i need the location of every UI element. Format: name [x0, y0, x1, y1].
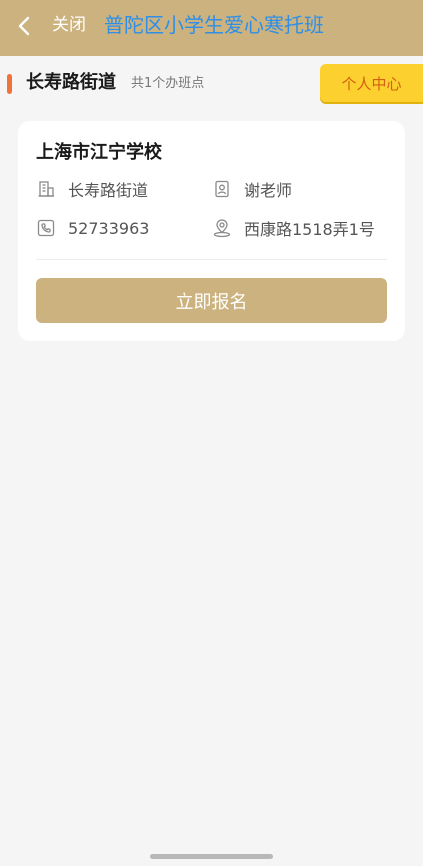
site-address: 西康路1518弄1号 [212, 216, 375, 240]
street-header: 长寿路街道 共1个办班点 个人中心 [0, 56, 423, 108]
site-teacher-text: 谢老师 [244, 181, 293, 200]
building-icon [36, 179, 56, 199]
close-button[interactable]: 关闭 [52, 14, 86, 36]
personal-center-button[interactable]: 个人中心 [320, 64, 423, 102]
street-name: 长寿路街道 [26, 72, 116, 93]
site-count: 共1个办班点 [131, 76, 205, 91]
contact-card-icon [212, 179, 232, 199]
accent-bar [7, 74, 12, 94]
school-name: 上海市江宁学校 [36, 142, 162, 163]
back-button[interactable] [10, 12, 38, 40]
site-street-text: 长寿路街道 [68, 181, 149, 200]
site-teacher: 谢老师 [212, 177, 292, 201]
chevron-left-icon [18, 16, 30, 36]
signup-button[interactable]: 立即报名 [36, 278, 387, 323]
phone-icon [36, 218, 56, 238]
page-title: 普陀区小学生爱心寒托班 [104, 13, 324, 37]
divider [36, 259, 387, 260]
top-bar: 关闭 普陀区小学生爱心寒托班 [0, 0, 423, 56]
site-street: 长寿路街道 [36, 177, 148, 201]
site-phone[interactable]: 52733963 [36, 216, 149, 240]
home-indicator[interactable] [150, 854, 273, 859]
location-pin-icon [212, 218, 232, 238]
site-phone-text: 52733963 [68, 218, 150, 238]
site-card: 上海市江宁学校 长寿路街道 谢老师 52733963 西康路1518弄1号 立即… [18, 121, 405, 341]
site-address-text: 西康路1518弄1号 [244, 220, 375, 239]
